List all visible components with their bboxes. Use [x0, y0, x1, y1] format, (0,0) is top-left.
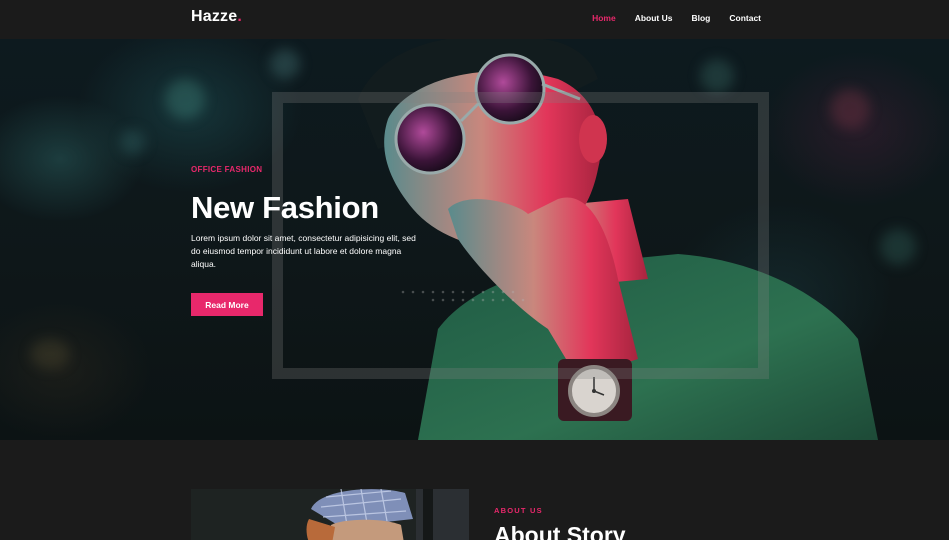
nav-item-contact[interactable]: Contact	[729, 13, 761, 23]
nav-item-home[interactable]: Home	[592, 13, 616, 23]
about-eyebrow: ABOUT US	[494, 506, 543, 515]
bokeh-light	[880, 229, 916, 265]
navbar: Hazze. Home About Us Blog Contact	[0, 0, 949, 39]
main-nav: Home About Us Blog Contact	[573, 13, 761, 23]
about-image	[191, 489, 469, 540]
read-more-button[interactable]: Read More	[191, 293, 263, 316]
hero-eyebrow: OFFICE FASHION	[191, 165, 263, 174]
dot-pattern	[401, 290, 525, 302]
bokeh-light	[165, 79, 205, 119]
bokeh-light	[270, 49, 300, 79]
brand-logo[interactable]: Hazze.	[191, 8, 242, 26]
nav-item-blog[interactable]: Blog	[691, 13, 710, 23]
nav-item-about-us[interactable]: About Us	[635, 13, 673, 23]
bokeh-light	[120, 129, 146, 155]
brand-dot: .	[237, 8, 243, 25]
about-title: About Story	[494, 522, 626, 540]
about-section: ABOUT US About Story	[0, 440, 949, 540]
brand-name: Hazze	[191, 8, 238, 25]
hero-title: New Fashion	[191, 190, 379, 225]
bokeh-light	[30, 339, 70, 369]
hero-section: OFFICE FASHION New Fashion Lorem ipsum d…	[0, 39, 949, 440]
hero-description: Lorem ipsum dolor sit amet, consectetur …	[191, 233, 416, 269]
